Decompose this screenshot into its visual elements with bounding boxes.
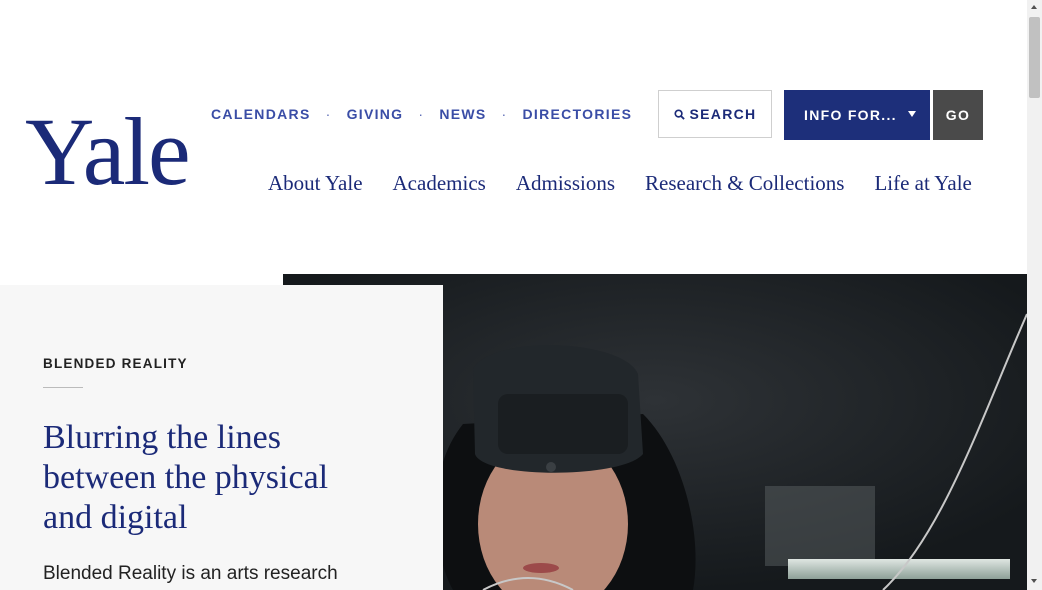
nav-item-research-collections[interactable]: Research & Collections: [645, 171, 844, 196]
utility-nav: CALENDARS · GIVING · NEWS · DIRECTORIES: [211, 106, 632, 122]
utility-separator: ·: [418, 106, 425, 122]
hero-eyebrow: BLENDED REALITY: [43, 356, 188, 371]
main-nav: About Yale Academics Admissions Research…: [268, 171, 972, 196]
utility-link-giving[interactable]: GIVING: [347, 106, 404, 122]
search-icon: [673, 108, 685, 120]
search-button[interactable]: SEARCH: [658, 90, 772, 138]
page-scrollbar[interactable]: [1027, 0, 1042, 590]
info-for-value: INFO FOR...: [804, 107, 897, 123]
utility-separator: ·: [325, 106, 332, 122]
nav-item-admissions[interactable]: Admissions: [516, 171, 615, 196]
utility-link-directories[interactable]: DIRECTORIES: [523, 106, 633, 122]
scroll-up-arrow-icon[interactable]: [1031, 5, 1037, 9]
yale-logo[interactable]: Yale: [25, 104, 191, 200]
hero-blurb: Blended Reality is an arts research: [43, 563, 338, 584]
nav-item-about-yale[interactable]: About Yale: [268, 171, 363, 196]
nav-item-life-at-yale[interactable]: Life at Yale: [874, 171, 971, 196]
info-for-select[interactable]: INFO FOR...: [784, 90, 930, 140]
utility-separator: ·: [501, 106, 508, 122]
hero-divider: [43, 387, 83, 388]
caret-down-icon: [908, 111, 916, 117]
hero-headline[interactable]: Blurring the lines between the physical …: [43, 418, 383, 538]
scrollbar-thumb[interactable]: [1029, 17, 1040, 98]
search-label: SEARCH: [689, 106, 757, 122]
scroll-down-arrow-icon[interactable]: [1031, 579, 1037, 583]
utility-link-news[interactable]: NEWS: [439, 106, 486, 122]
go-button[interactable]: GO: [933, 90, 983, 140]
utility-link-calendars[interactable]: CALENDARS: [211, 106, 311, 122]
nav-item-academics[interactable]: Academics: [393, 171, 486, 196]
